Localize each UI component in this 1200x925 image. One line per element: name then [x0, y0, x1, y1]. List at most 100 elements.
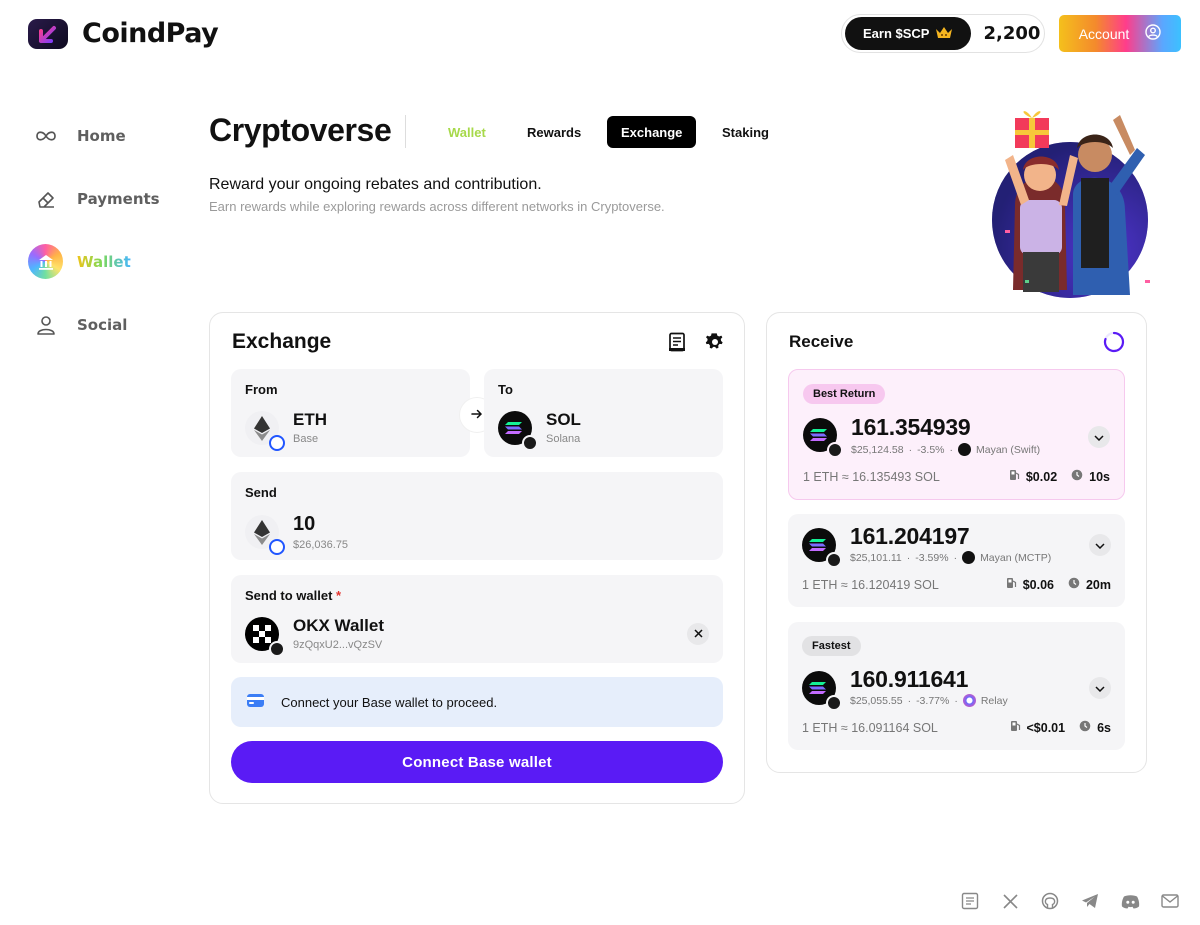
solana-chain-icon: [522, 434, 538, 451]
quote-rate: 1 ETH ≈ 16.135493 SOL: [803, 470, 940, 484]
clock-icon: [1071, 469, 1083, 484]
account-button[interactable]: Account: [1059, 15, 1181, 52]
quote-time: 10s: [1089, 469, 1110, 484]
recipient-wallet-box[interactable]: Send to wallet * OKX Wallet 9zQqxU2...vQ…: [231, 575, 723, 663]
scp-balance: 2,200: [983, 23, 1041, 44]
wallet-address: 9zQqxU2...vQzSV: [293, 639, 383, 651]
discord-icon[interactable]: [1120, 891, 1140, 911]
expand-quote-button[interactable]: [1089, 677, 1111, 699]
tab-rewards[interactable]: Rewards: [513, 116, 595, 148]
quote-card[interactable]: 161.204197 $25,101.11 · -3.59% · Mayan (…: [788, 514, 1125, 607]
to-token-selector[interactable]: To SOL Solana: [484, 369, 723, 457]
eth-token-icon: [245, 515, 285, 555]
crown-icon: [935, 25, 953, 42]
quote-pct: -3.77%: [916, 694, 950, 707]
solana-chain-icon: [826, 552, 842, 568]
quote-card-fastest[interactable]: Fastest 160.911641 $25,055.55 · -3.77% ·…: [788, 622, 1125, 750]
expand-quote-button[interactable]: [1088, 426, 1110, 448]
quote-rate: 1 ETH ≈ 16.120419 SOL: [802, 578, 939, 592]
tab-wallet[interactable]: Wallet: [434, 116, 500, 148]
tab-staking[interactable]: Staking: [708, 116, 783, 148]
quote-fee: $0.02: [1025, 469, 1058, 484]
gas-pump-icon: [1010, 720, 1021, 735]
to-chain-name: Solana: [546, 433, 581, 445]
close-icon: [693, 627, 703, 641]
docs-icon[interactable]: [960, 891, 980, 911]
page-title: Cryptoverse: [209, 112, 392, 148]
sol-token-icon: [498, 410, 538, 451]
wallet-card-icon: [246, 693, 265, 711]
github-icon[interactable]: [1040, 891, 1060, 911]
sidebar-item-social[interactable]: Social: [28, 307, 127, 342]
telegram-icon[interactable]: [1080, 891, 1100, 911]
receipt-icon[interactable]: [668, 332, 686, 357]
infinity-icon: [28, 118, 63, 153]
base-chain-icon: [269, 539, 285, 555]
gas-pump-icon: [1006, 577, 1017, 592]
okx-wallet-icon: [245, 616, 285, 657]
sidebar-item-wallet[interactable]: Wallet: [28, 244, 131, 279]
connect-notice: Connect your Base wallet to proceed.: [231, 677, 723, 727]
mayan-provider-icon: [962, 551, 976, 564]
arrow-right-icon: [471, 407, 483, 423]
meta-dot: ·: [949, 443, 954, 456]
app-name: CoindPay: [82, 18, 219, 49]
solana-chain-icon: [269, 640, 285, 657]
earn-scp-widget[interactable]: Earn $SCP 2,200: [841, 14, 1045, 53]
mail-icon[interactable]: [1160, 891, 1180, 911]
chevron-down-icon: [1094, 428, 1104, 446]
bank-icon: [28, 244, 63, 279]
fastest-badge: Fastest: [802, 636, 861, 656]
quote-pct: -3.59%: [915, 551, 949, 564]
chevron-down-icon: [1095, 536, 1105, 554]
connect-base-wallet-button[interactable]: Connect Base wallet: [231, 741, 723, 783]
x-icon[interactable]: [1000, 891, 1020, 911]
quote-provider: Mayan (MCTP): [980, 551, 1052, 564]
wallet-name: OKX Wallet: [293, 616, 384, 635]
sol-token-icon: [802, 528, 842, 568]
send-label: Send: [245, 485, 277, 500]
quote-rate: 1 ETH ≈ 16.091164 SOL: [802, 721, 938, 735]
send-usd-value: $26,036.75: [293, 539, 349, 551]
best-return-badge: Best Return: [803, 384, 886, 404]
meta-dot: ·: [954, 694, 958, 707]
from-token-selector[interactable]: From ETH Base: [231, 369, 470, 457]
from-chain-name: Base: [293, 433, 319, 445]
receive-title: Receive: [789, 332, 854, 351]
clock-icon: [1068, 577, 1080, 592]
clock-icon: [1079, 720, 1091, 735]
clear-wallet-button[interactable]: [687, 623, 709, 645]
earn-scp-button[interactable]: Earn $SCP: [845, 17, 972, 50]
sol-token-icon: [803, 418, 843, 458]
send-amount-input[interactable]: 10: [293, 513, 348, 536]
exchange-title: Exchange: [232, 330, 332, 353]
eraser-icon: [28, 181, 63, 216]
quote-amount: 161.204197: [850, 523, 970, 549]
quote-time: 6s: [1097, 720, 1111, 735]
sidebar-item-label: Social: [77, 315, 128, 334]
relay-provider-icon: [962, 694, 976, 707]
quote-usd: $25,055.55: [850, 694, 903, 707]
refresh-spinner-icon[interactable]: [1103, 331, 1125, 358]
quote-fee: $0.06: [1022, 577, 1054, 592]
quote-usd: $25,101.11: [850, 551, 902, 564]
quote-pct: -3.5%: [917, 443, 945, 456]
user-icon: [28, 307, 63, 342]
logo-icon: [28, 18, 68, 49]
sidebar-item-label: Home: [77, 126, 126, 145]
quote-provider: Relay: [980, 694, 1008, 707]
from-label: From: [245, 382, 278, 397]
sidebar-item-payments[interactable]: Payments: [28, 181, 160, 216]
expand-quote-button[interactable]: [1089, 534, 1111, 556]
sidebar-item-home[interactable]: Home: [28, 118, 126, 153]
quote-card-best-return[interactable]: Best Return 161.354939 $25,124.58 · -3.5…: [788, 369, 1125, 500]
app-logo[interactable]: CoindPay: [28, 18, 219, 49]
tab-exchange[interactable]: Exchange: [607, 116, 697, 148]
settings-gear-icon[interactable]: [705, 332, 725, 357]
solana-chain-icon: [826, 695, 842, 711]
page-description: Earn rewards while exploring rewards acr…: [209, 199, 665, 214]
earn-label: Earn $SCP: [863, 26, 930, 41]
send-amount-box[interactable]: Send 10 $26,036.75: [231, 472, 723, 560]
required-mark: *: [336, 588, 342, 603]
eth-token-icon: [245, 410, 285, 451]
